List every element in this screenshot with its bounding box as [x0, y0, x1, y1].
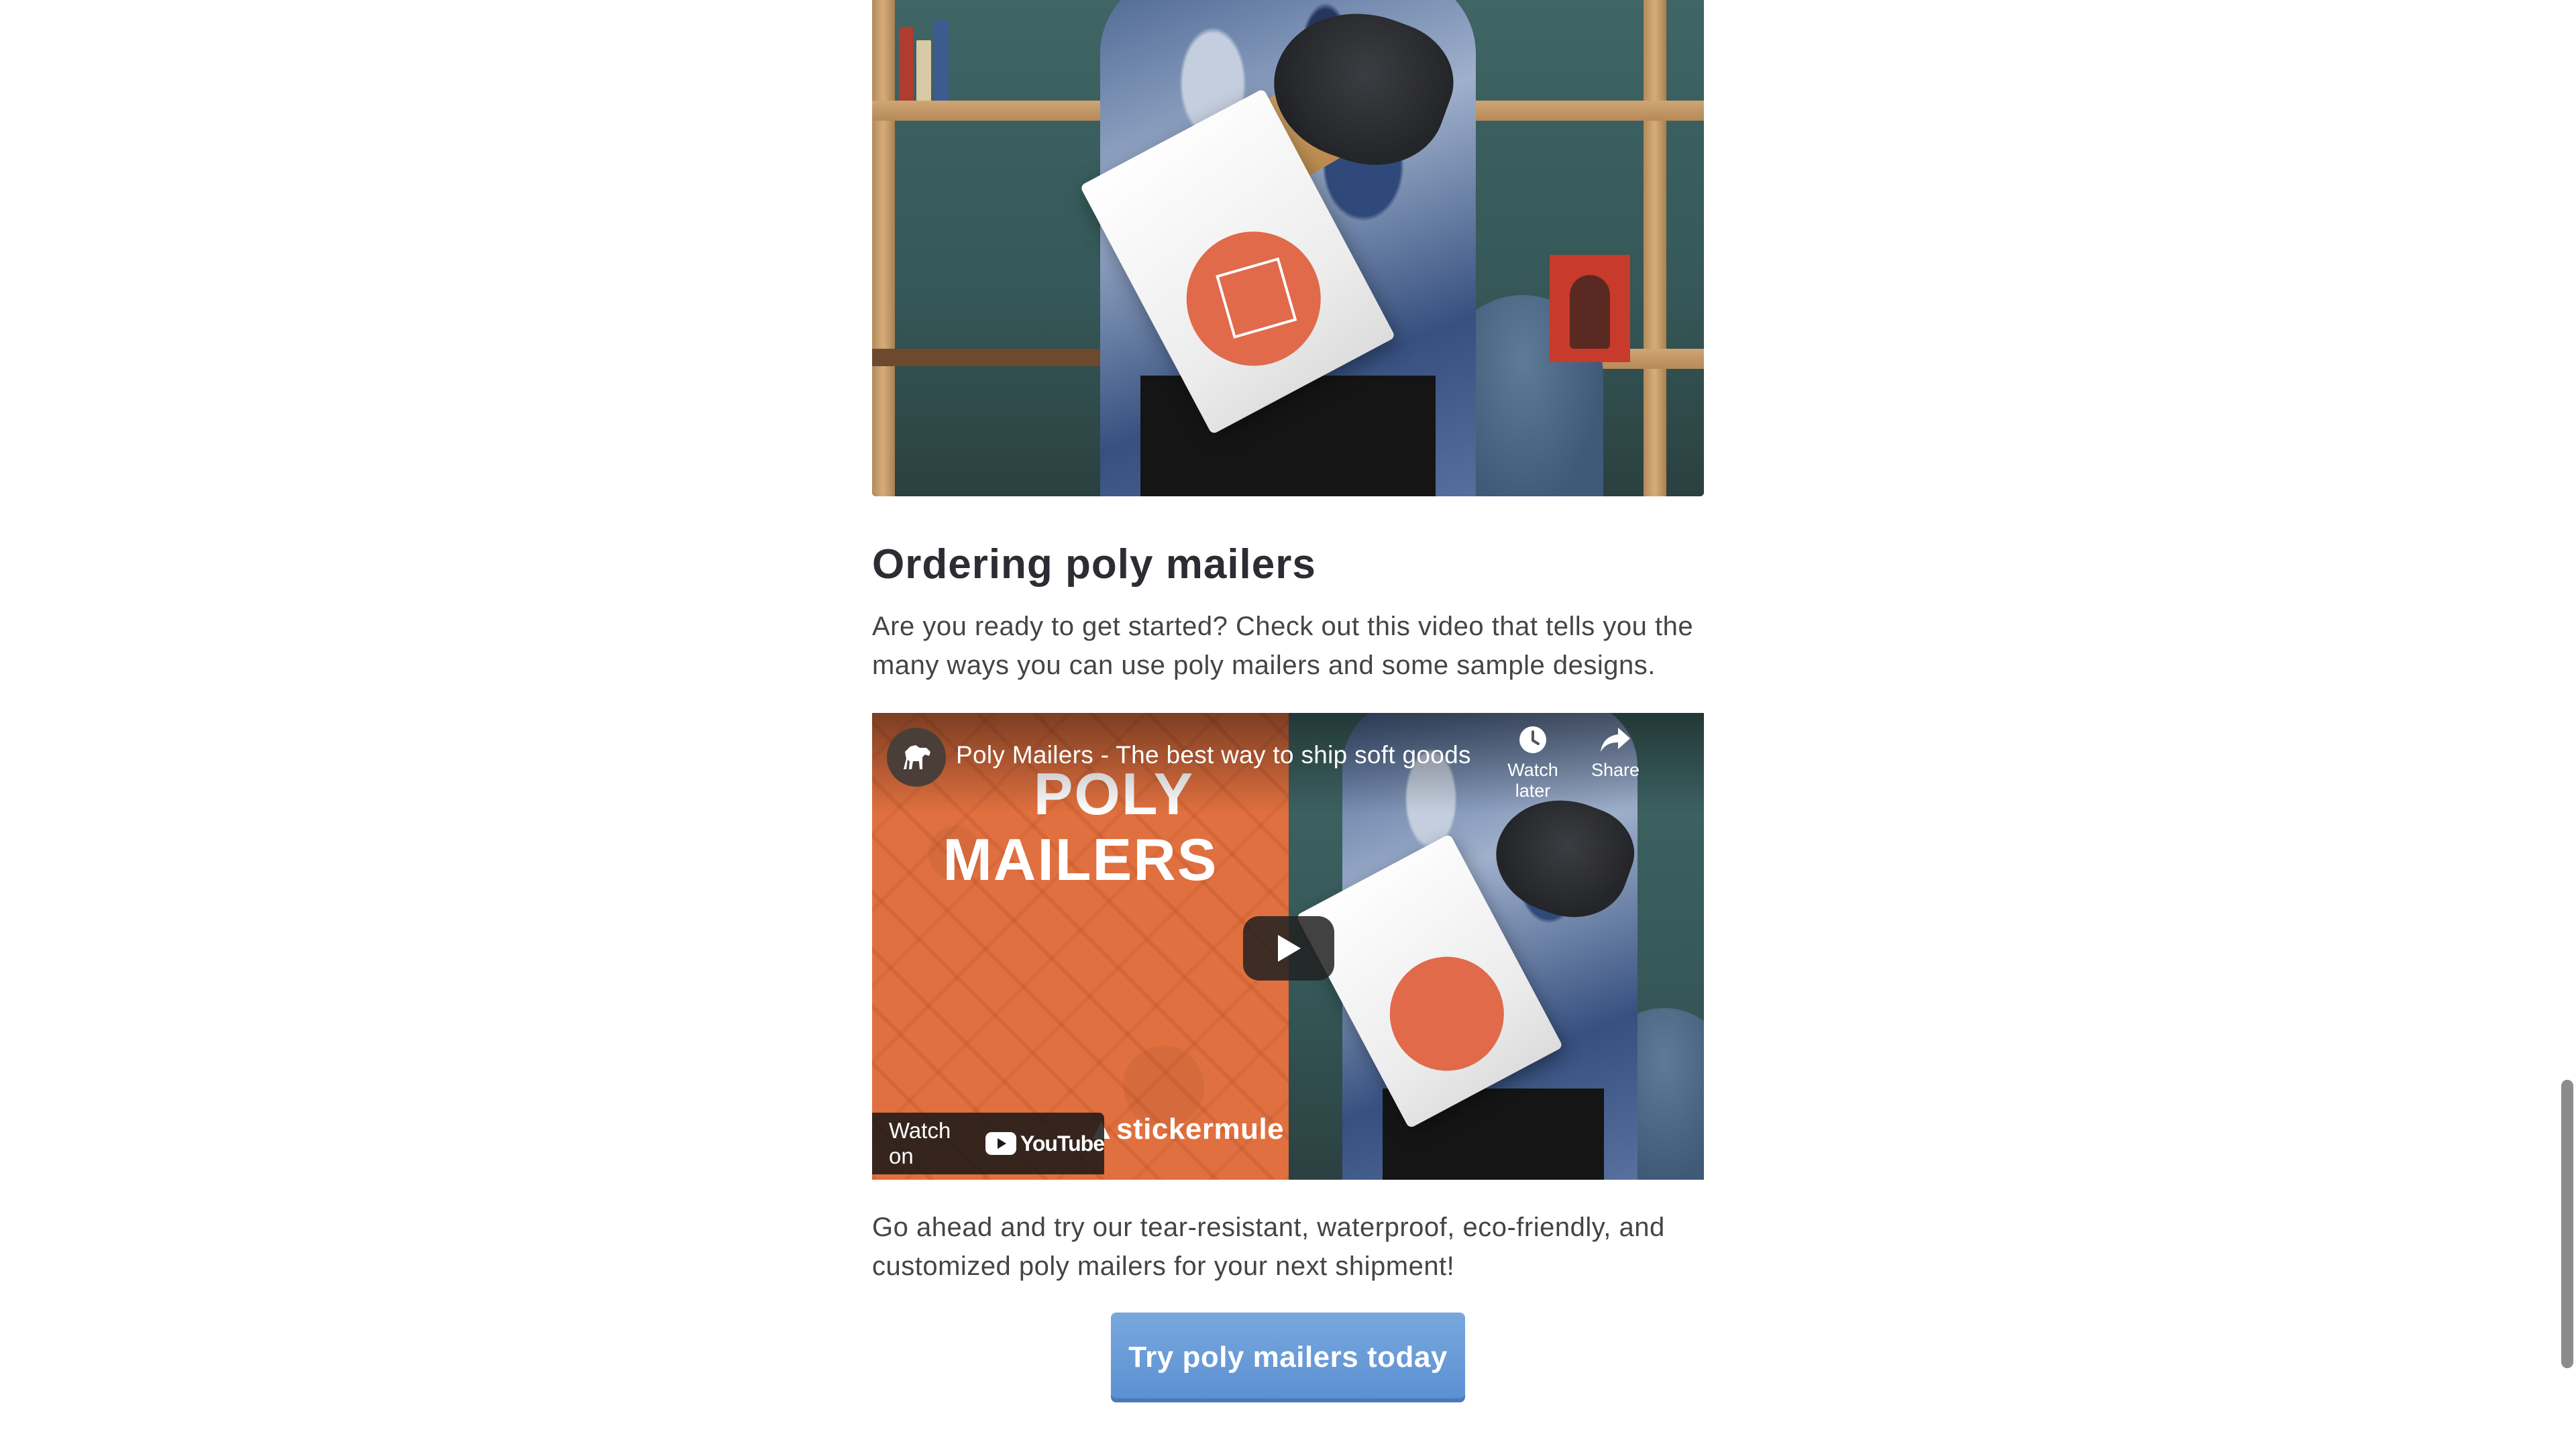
youtube-embed[interactable]: POLY MAILERS ▲stickermule Poly Mailers -…: [872, 713, 1704, 1180]
hero-photo: [872, 0, 1704, 496]
watch-on-label: Watch on: [889, 1118, 951, 1169]
intro-paragraph: Are you ready to get started? Check out …: [872, 612, 1694, 681]
thumbnail-brand: ▲stickermule: [1087, 1113, 1285, 1146]
cta-container: Try poly mailers today: [872, 1313, 1704, 1403]
watch-later-label: Watch later: [1507, 760, 1558, 801]
play-icon: [1278, 935, 1301, 962]
closing-paragraph: Go ahead and try our tear-resistant, wat…: [872, 1213, 1665, 1282]
watch-on-youtube-button[interactable]: Watch on YouTube: [872, 1113, 1105, 1175]
thumbnail-title-line2: MAILERS: [943, 826, 1218, 893]
section-heading: Ordering poly mailers: [872, 541, 1316, 588]
article-column: Ordering poly mailers Are you ready to g…: [872, 0, 1704, 1403]
page-scrollbar[interactable]: [2556, 0, 2576, 1448]
try-poly-mailers-button[interactable]: Try poly mailers today: [1111, 1313, 1465, 1403]
youtube-wordmark: YouTube: [1020, 1131, 1105, 1156]
share-arrow-icon: [1601, 728, 1630, 753]
clock-icon: [1519, 726, 1546, 754]
share-label: Share: [1591, 760, 1640, 781]
scrollbar-thumb[interactable]: [2561, 1080, 2573, 1368]
play-button[interactable]: [1243, 916, 1334, 981]
page: Ordering poly mailers Are you ready to g…: [0, 0, 2576, 1448]
video-title-link[interactable]: Poly Mailers - The best way to ship soft…: [956, 741, 1471, 769]
youtube-logo-icon: YouTube: [985, 1131, 1105, 1156]
horse-icon[interactable]: [887, 728, 946, 787]
share-button[interactable]: Share: [1572, 725, 1659, 781]
watch-later-button[interactable]: Watch later: [1489, 725, 1576, 801]
